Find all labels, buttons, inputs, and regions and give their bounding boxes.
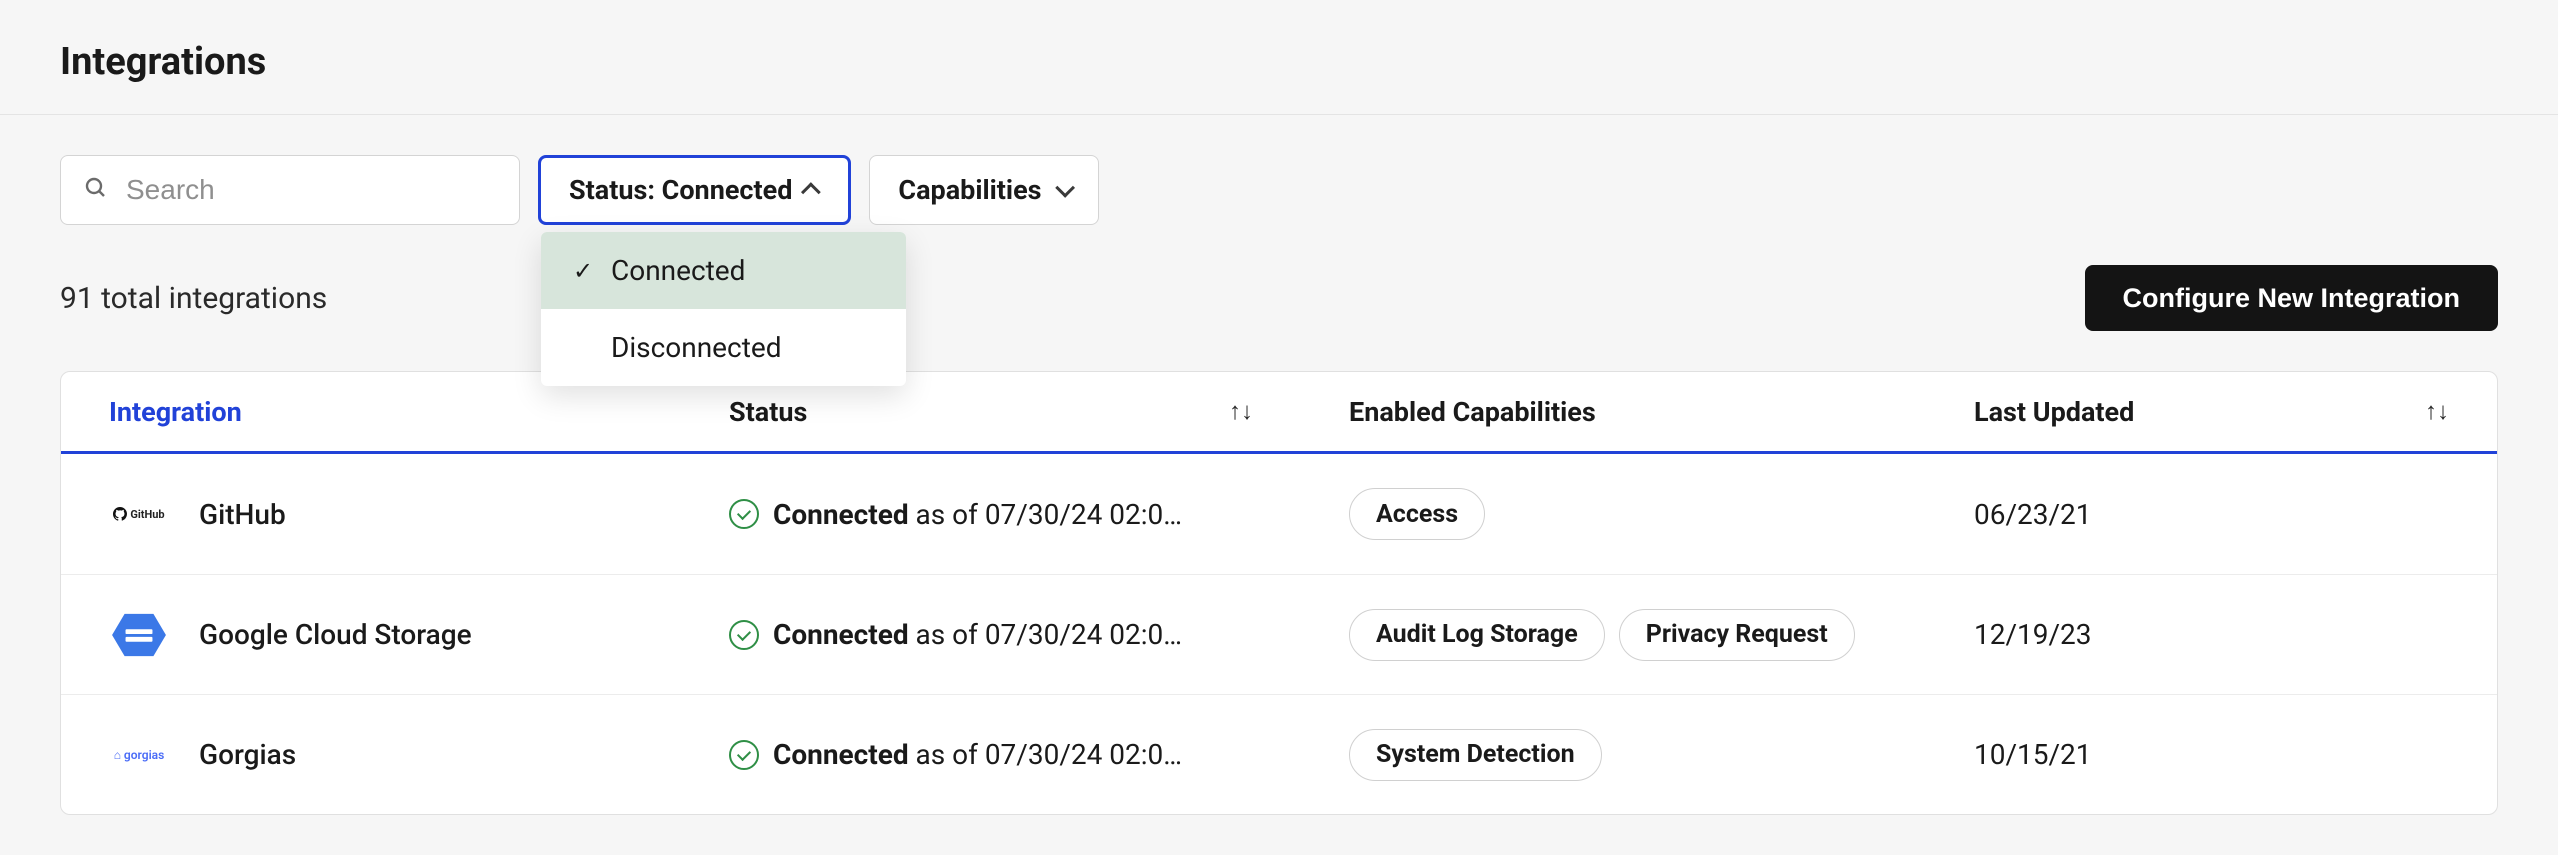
chevron-down-icon bbox=[1055, 178, 1075, 198]
chevron-up-icon bbox=[801, 182, 821, 202]
integration-name: Gorgias bbox=[199, 738, 296, 771]
google-cloud-storage-icon bbox=[109, 605, 169, 665]
last-updated: 10/15/21 bbox=[1974, 738, 2092, 771]
col-header-label: Last Updated bbox=[1974, 396, 2425, 428]
status-option-connected[interactable]: ✓ Connected bbox=[541, 232, 906, 309]
capability-badge: Access bbox=[1349, 488, 1485, 540]
capability-badge: Privacy Request bbox=[1619, 609, 1855, 661]
search-field-wrap bbox=[60, 155, 520, 225]
status-text: Connected as of 07/30/24 02:0… bbox=[773, 738, 1182, 771]
table-header-row: Integration Status ↑↓ Enabled Capabiliti… bbox=[61, 372, 2497, 454]
table-row[interactable]: Google Cloud Storage Connected as of 07/… bbox=[61, 574, 2497, 694]
col-header-label: Enabled Capabilities bbox=[1349, 396, 1878, 428]
col-header-label: Integration bbox=[109, 396, 633, 428]
search-input[interactable] bbox=[60, 155, 520, 225]
github-icon: GitHub bbox=[109, 484, 169, 544]
capabilities-filter-label: Capabilities bbox=[898, 174, 1041, 206]
page-title: Integrations bbox=[60, 40, 2498, 84]
sort-icon[interactable]: ↑↓ bbox=[2425, 397, 2449, 426]
status-connected-icon bbox=[729, 499, 759, 529]
status-filter[interactable]: Status: Connected ✓ Connected Disconnect… bbox=[538, 155, 851, 225]
total-integrations-count: 91 total integrations bbox=[60, 281, 327, 316]
status-option-disconnected[interactable]: Disconnected bbox=[541, 309, 906, 386]
configure-new-integration-button[interactable]: Configure New Integration bbox=[2085, 265, 2499, 331]
integration-name: Google Cloud Storage bbox=[199, 618, 472, 651]
table-row[interactable]: ⌂ gorgias Gorgias Connected as of 07/30/… bbox=[61, 694, 2497, 814]
status-text: Connected as of 07/30/24 02:0… bbox=[773, 498, 1182, 531]
last-updated: 12/19/23 bbox=[1974, 618, 2092, 651]
search-icon bbox=[84, 176, 108, 204]
status-filter-label: Status: Connected bbox=[569, 174, 792, 206]
capability-badge: System Detection bbox=[1349, 729, 1602, 781]
capability-badge: Audit Log Storage bbox=[1349, 609, 1605, 661]
table-body: GitHub GitHub Connected as of 07/30/24 0… bbox=[61, 454, 2497, 814]
capabilities-filter[interactable]: Capabilities bbox=[869, 155, 1098, 225]
integration-name: GitHub bbox=[199, 498, 286, 531]
status-dropdown: ✓ Connected Disconnected bbox=[541, 232, 906, 386]
status-option-label: Disconnected bbox=[611, 331, 874, 364]
col-header-updated[interactable]: Last Updated ↑↓ bbox=[1926, 372, 2497, 451]
status-connected-icon bbox=[729, 740, 759, 770]
last-updated: 06/23/21 bbox=[1974, 498, 2092, 531]
col-header-label: Status bbox=[729, 396, 1229, 428]
status-connected-icon bbox=[729, 620, 759, 650]
gorgias-icon: ⌂ gorgias bbox=[109, 725, 169, 785]
sort-icon[interactable]: ↑↓ bbox=[1229, 397, 1253, 426]
integrations-table: Integration Status ↑↓ Enabled Capabiliti… bbox=[60, 371, 2498, 815]
status-option-label: Connected bbox=[611, 254, 874, 287]
table-row[interactable]: GitHub GitHub Connected as of 07/30/24 0… bbox=[61, 454, 2497, 574]
col-header-capabilities[interactable]: Enabled Capabilities bbox=[1301, 372, 1926, 451]
status-text: Connected as of 07/30/24 02:0… bbox=[773, 618, 1182, 651]
check-icon: ✓ bbox=[573, 257, 597, 285]
